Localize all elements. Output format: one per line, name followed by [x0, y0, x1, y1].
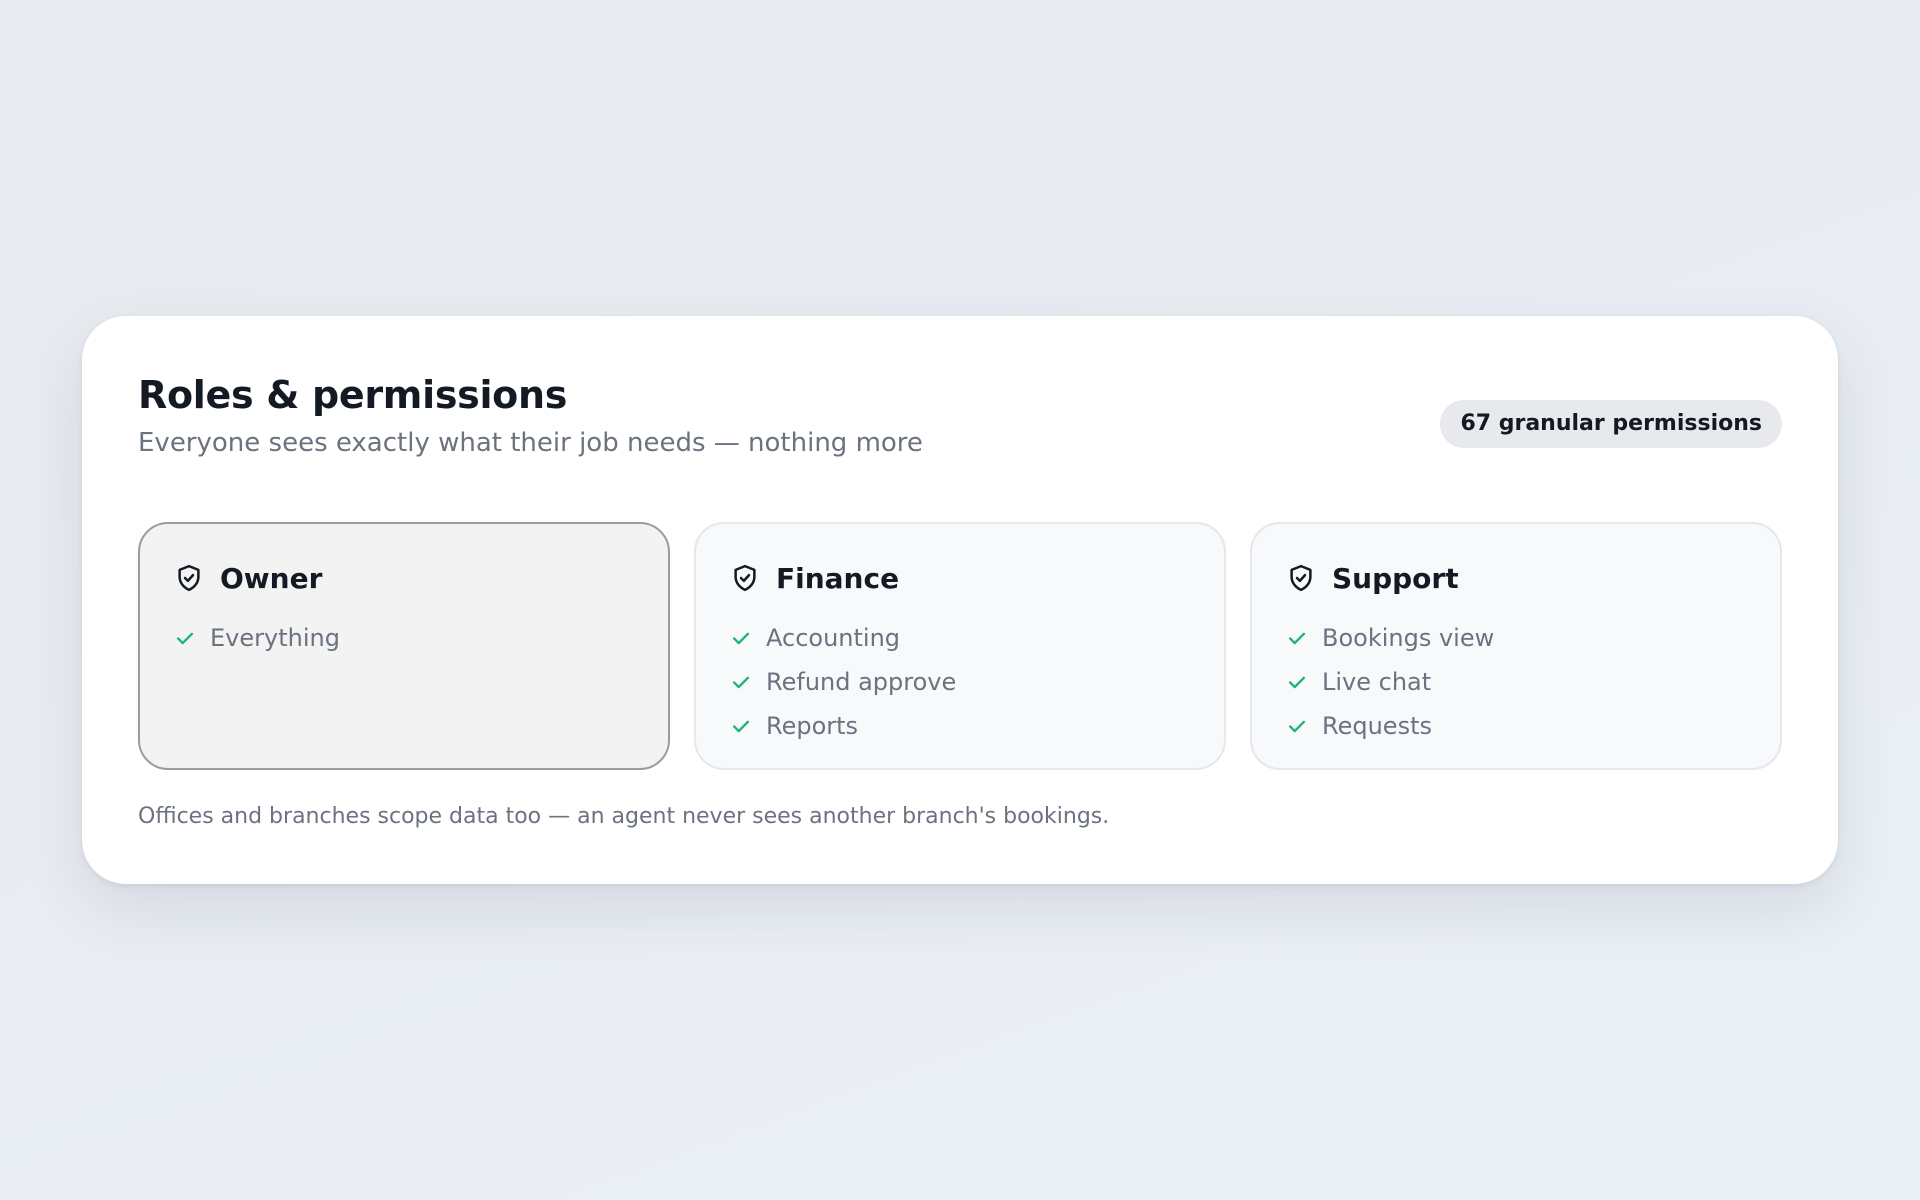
permissions-count-badge: 67 granular permissions [1440, 400, 1782, 448]
permission-item: Requests [1286, 704, 1746, 748]
shield-check-icon [734, 564, 756, 592]
checkmark-icon [176, 632, 194, 645]
role-name: Owner [220, 561, 323, 595]
roles-list: Owner Everything Finance Accounting Refu… [138, 522, 1782, 770]
role-card-owner[interactable]: Owner Everything [138, 522, 670, 770]
role-name: Finance [776, 561, 900, 595]
checkmark-icon [732, 632, 750, 645]
role-header: Finance [730, 558, 1190, 598]
checkmark-icon [1288, 632, 1306, 645]
permission-label: Live chat [1322, 668, 1432, 696]
permission-item: Refund approve [730, 660, 1190, 704]
role-header: Support [1286, 558, 1746, 598]
shield-check-icon [1290, 564, 1312, 592]
card-header: Roles & permissions Everyone sees exactl… [138, 372, 1782, 496]
role-card-support[interactable]: Support Bookings view Live chat Requests [1250, 522, 1782, 770]
role-card-finance[interactable]: Finance Accounting Refund approve Report… [694, 522, 1226, 770]
checkmark-icon [732, 676, 750, 689]
checkmark-icon [732, 720, 750, 733]
permission-label: Requests [1322, 712, 1432, 740]
permission-label: Reports [766, 712, 859, 740]
permission-label: Everything [210, 624, 340, 652]
permission-item: Live chat [1286, 660, 1746, 704]
role-name: Support [1332, 561, 1459, 595]
permission-item: Accounting [730, 616, 1190, 660]
checkmark-icon [1288, 720, 1306, 733]
roles-permissions-card: Roles & permissions Everyone sees exactl… [82, 316, 1838, 884]
role-header: Owner [174, 558, 634, 598]
permission-label: Accounting [766, 624, 901, 652]
permission-item: Everything [174, 616, 634, 660]
permission-item: Bookings view [1286, 616, 1746, 660]
checkmark-icon [1288, 676, 1306, 689]
shield-check-icon [178, 564, 200, 592]
permission-item: Reports [730, 704, 1190, 748]
scope-footnote: Offices and branches scope data too — an… [138, 804, 1110, 829]
permission-label: Bookings view [1322, 624, 1495, 652]
permission-label: Refund approve [766, 668, 957, 696]
